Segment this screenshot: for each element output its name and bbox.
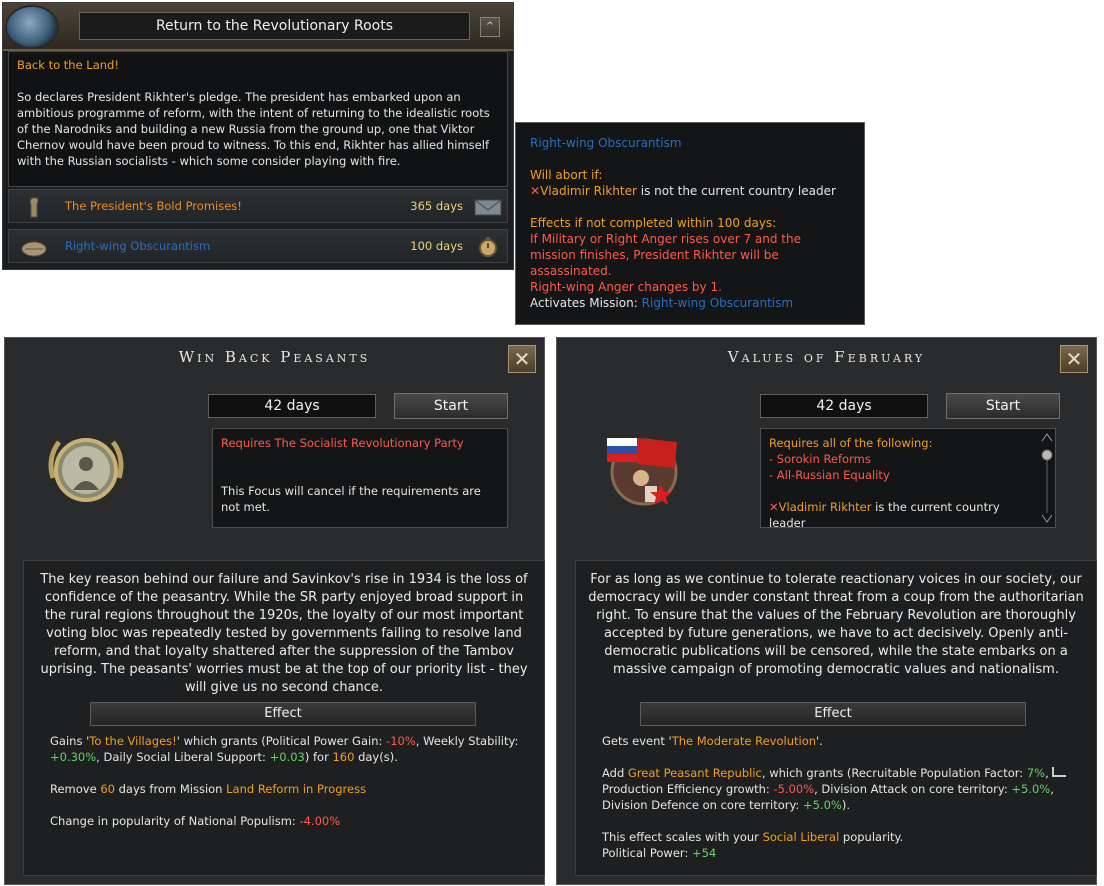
effect-popularity: Change in popularity of National Populis… [50, 814, 341, 828]
close-button[interactable]: ✕ [508, 345, 536, 373]
tooltip-title: Right-wing Obscurantism [530, 136, 682, 150]
effect-idea: Add Great Peasant Republic, which grants… [602, 765, 1076, 813]
envelope-icon[interactable] [473, 196, 503, 218]
focus-requirements: Requires all of the following: - Sorokin… [760, 428, 1056, 528]
focus-body: The key reason behind our failure and Sa… [23, 560, 545, 876]
mission-description: Back to the Land! So declares President … [8, 51, 508, 187]
tooltip-abort-condition: ✕Vladimir Rikhter is not the current cou… [530, 183, 850, 199]
mission-desc-heading: Back to the Land! [17, 58, 119, 72]
mission-row-days: 100 days [410, 239, 463, 253]
req-title: Requires all of the following: [769, 436, 933, 450]
effect-scaling: This effect scales with your Social Libe… [602, 830, 904, 844]
mission-row[interactable]: Right-wing Obscurantism 100 days [8, 229, 508, 263]
focus-peasant-icon [48, 438, 124, 502]
requirements-scrollbar[interactable] [1041, 433, 1053, 523]
focus-title: Win Back Peasants [178, 348, 371, 366]
tooltip-activates: Activates Mission: Right-wing Obscuranti… [530, 295, 850, 311]
tooltip-effect-assassination: If Military or Right Anger rises over 7 … [530, 232, 801, 278]
focus-requirements: Requires The Socialist Revolutionary Par… [212, 428, 508, 528]
req-item: - Sorokin Reforms [769, 452, 871, 466]
mission-tooltip: Right-wing Obscurantism Will abort if: ✕… [515, 122, 865, 325]
mission-title: Return to the Revolutionary Roots [79, 12, 470, 40]
effect-header: Effect [640, 702, 1026, 726]
activates-label: Activates Mission: [530, 296, 642, 310]
stopwatch-icon[interactable] [473, 236, 503, 258]
mission-row-days: 365 days [410, 199, 463, 213]
req-title: Requires The Socialist Revolutionary Par… [221, 436, 464, 450]
req-leader: ✕Vladimir Rikhter is the current country… [769, 500, 1000, 528]
cross-icon: ✕ [769, 500, 779, 514]
focus-title: Values of February [727, 348, 926, 366]
mission-row-name: The President's Bold Promises! [65, 199, 242, 213]
country-emblem-icon [7, 7, 57, 47]
hand-fist-icon [29, 197, 39, 218]
effect-header: Effect [90, 702, 476, 726]
focus-february-flag-icon [607, 438, 678, 506]
mission-row[interactable]: The President's Bold Promises! 365 days [8, 189, 508, 223]
req-note: This Focus will cancel if the requiremen… [221, 484, 481, 514]
focus-days: 42 days [760, 394, 928, 418]
mission-panel: Return to the Revolutionary Roots ^ Back… [2, 2, 514, 270]
start-button[interactable]: Start [946, 393, 1060, 419]
focus-effects: Gets event 'The Moderate Revolution'. Ad… [602, 733, 1076, 877]
mission-row-name: Right-wing Obscurantism [65, 239, 211, 253]
close-button[interactable]: ✕ [1060, 345, 1088, 373]
req-item: - All-Russian Equality [769, 468, 890, 482]
effect-event: Gets event 'The Moderate Revolution'. [602, 734, 823, 748]
focus-effects: Gains 'To the Villages!' which grants (P… [50, 733, 524, 845]
handshake-icon [21, 241, 47, 257]
effect-idea: Gains 'To the Villages!' which grants (P… [50, 734, 519, 764]
effect-mission: Remove 60 days from Mission Land Reform … [50, 782, 367, 796]
collapse-button[interactable]: ^ [480, 17, 500, 37]
focus-description: The key reason behind our failure and Sa… [40, 572, 528, 695]
cross-icon: ✕ [530, 184, 541, 198]
mission-header: Return to the Revolutionary Roots ^ [3, 3, 513, 51]
mission-desc-text: So declares President Rikhter's pledge. … [17, 90, 490, 168]
leader-name: Vladimir Rikhter [540, 184, 637, 198]
focus-days: 42 days [208, 394, 376, 418]
tooltip-effect-anger: Right-wing Anger changes by 1. [530, 280, 722, 294]
effect-political-power: Political Power: +54 [602, 846, 717, 860]
factory-icon [1052, 767, 1067, 777]
focus-panel-win-back-peasants: Win Back Peasants ✕ 42 days Start Requir… [4, 337, 545, 885]
tooltip-abort-label: Will abort if: [530, 168, 603, 182]
focus-body: For as long as we continue to tolerate r… [575, 560, 1097, 876]
abort-condition-text: is not the current country leader [636, 184, 836, 198]
start-button[interactable]: Start [394, 393, 508, 419]
focus-description: For as long as we continue to tolerate r… [588, 572, 1084, 677]
tooltip-effects-label: Effects if not completed within 100 days… [530, 216, 777, 230]
focus-panel-values-of-february: Values of February ✕ 42 days Start Requi… [556, 337, 1097, 885]
activates-value: Right-wing Obscurantism [641, 296, 794, 310]
